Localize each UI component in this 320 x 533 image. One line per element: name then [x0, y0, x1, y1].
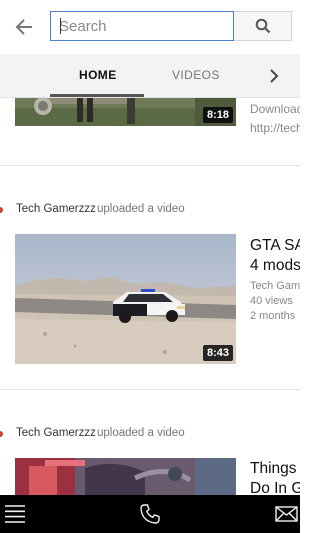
upload-action-text: uploaded a video: [97, 427, 185, 439]
chevron-right-icon: [270, 69, 279, 83]
channel-avatar[interactable]: [0, 207, 3, 213]
hamburger-menu-icon: [5, 505, 25, 523]
video-title-line: 4 mods: [250, 257, 300, 274]
video-views: 40 views: [250, 295, 293, 307]
tab-videos[interactable]: VIDEOS: [172, 68, 220, 82]
bottom-nav-bar: [0, 495, 300, 533]
video-title-line: Things: [250, 460, 297, 477]
video-thumbnail[interactable]: [15, 458, 236, 495]
arrow-left-icon: [15, 19, 32, 35]
video-channel: Tech Gam: [250, 280, 300, 292]
feed-divider: [0, 165, 300, 166]
upload-action-text: uploaded a video: [97, 203, 185, 215]
feed-divider: [0, 389, 300, 390]
phone-button[interactable]: [139, 503, 161, 530]
video-description: Download http://tech: [250, 100, 300, 138]
video-duration: 8:43: [202, 345, 233, 361]
channel-avatar[interactable]: [0, 431, 3, 437]
description-line: Download: [250, 102, 300, 116]
tabs-next-button[interactable]: [266, 67, 282, 85]
channel-name[interactable]: Tech Gamerzzz: [16, 203, 96, 215]
text-caret: [60, 18, 61, 34]
envelope-icon: [275, 506, 298, 522]
description-line: http://tech: [250, 121, 300, 135]
video-info[interactable]: GTA SA 4 mods Tech Gam 40 views 2 months: [250, 236, 300, 324]
thumbnail-image: [15, 458, 236, 495]
phone-icon: [140, 504, 160, 524]
video-title-line: GTA SA: [250, 237, 300, 254]
video-info[interactable]: Things Do In G: [250, 459, 300, 495]
video-title-line: Do In G: [250, 480, 300, 495]
back-button[interactable]: [12, 14, 38, 40]
video-thumbnail[interactable]: 8:43: [15, 234, 236, 364]
top-search-bar: [0, 0, 300, 54]
mail-button[interactable]: [275, 506, 298, 527]
video-duration: 8:18: [202, 107, 233, 123]
tab-home[interactable]: HOME: [79, 68, 117, 82]
selected-tab-indicator: [50, 94, 144, 97]
video-age: 2 months: [250, 310, 296, 322]
video-thumbnail[interactable]: 8:18: [15, 98, 236, 126]
tab-bar: HOME VIDEOS: [0, 54, 300, 98]
search-field-wrapper: [50, 11, 234, 41]
search-input[interactable]: [51, 12, 233, 40]
magnifier-icon: [255, 18, 271, 34]
menu-button[interactable]: [4, 504, 26, 529]
channel-name[interactable]: Tech Gamerzzz: [16, 427, 96, 439]
activity-feed: 8:18 Download http://tech Tech Gamerzzz …: [0, 98, 300, 495]
search-button[interactable]: [234, 11, 292, 41]
